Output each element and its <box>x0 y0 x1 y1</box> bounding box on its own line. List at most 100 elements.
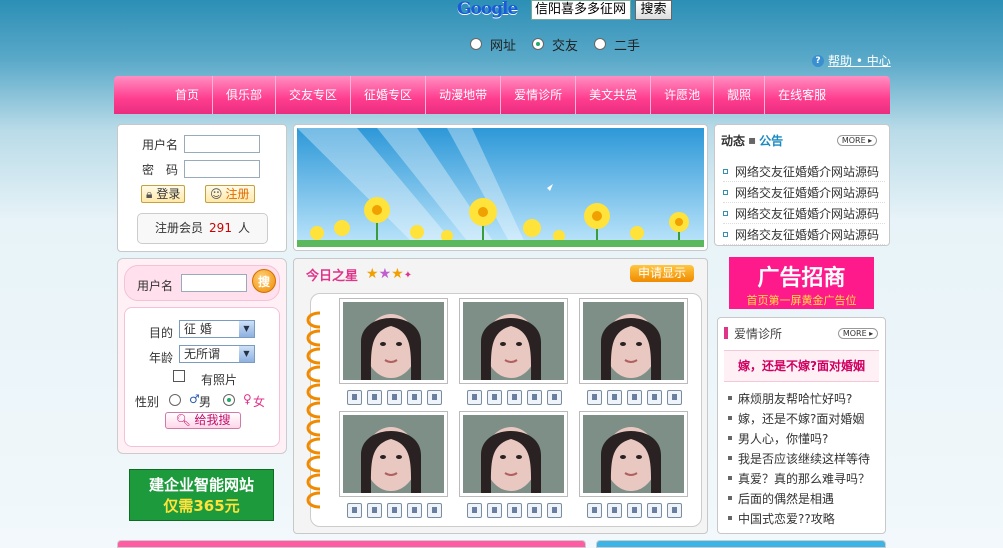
phone-icon[interactable] <box>547 503 562 518</box>
member-photo[interactable] <box>339 411 448 497</box>
list-item[interactable]: 麻烦朋友帮哈忙好吗? <box>728 388 878 408</box>
list-item-text: 男人心，你懂吗? <box>738 431 829 446</box>
help-center-link[interactable]: ? 帮助 • 中心 <box>812 52 891 69</box>
favorite-icon[interactable] <box>407 503 422 518</box>
gift-icon[interactable] <box>487 390 502 405</box>
profile-icon[interactable] <box>627 390 642 405</box>
message-icon[interactable] <box>587 503 602 518</box>
has-photo-checkbox[interactable] <box>173 370 185 382</box>
nav-item-love-clinic[interactable]: 爱情诊所 <box>501 76 577 114</box>
news-item[interactable]: 网络交友征婚婚介网站源码 <box>723 182 885 203</box>
message-icon[interactable] <box>347 390 362 405</box>
phone-icon[interactable] <box>427 390 442 405</box>
love-clinic-headline[interactable]: 嫁，还是不嫁?面对婚姻 <box>724 350 879 382</box>
apply-display-button[interactable]: 申请显示 <box>630 265 694 282</box>
member-photo[interactable] <box>459 298 568 384</box>
purpose-select[interactable]: 征 婚 ▼ <box>179 320 255 338</box>
phone-icon[interactable] <box>427 503 442 518</box>
nav-item-marriage[interactable]: 征婚专区 <box>351 76 427 114</box>
phone-icon[interactable] <box>667 390 682 405</box>
google-logo-text: Google <box>457 0 518 19</box>
username-field[interactable] <box>184 135 261 153</box>
list-item[interactable]: 男人心，你懂吗? <box>728 428 878 448</box>
nav-item-anime[interactable]: 动漫地带 <box>426 76 502 114</box>
bullet-icon <box>723 168 728 174</box>
news-more-button[interactable]: MORE ▸ <box>837 135 877 146</box>
member-count-badge: 注册会员 291 人 <box>137 213 268 244</box>
list-item[interactable]: 嫁，还是不嫁?面对婚姻 <box>728 408 878 428</box>
phone-icon[interactable] <box>547 390 562 405</box>
member-photo[interactable] <box>579 298 688 384</box>
quick-search-username-field[interactable] <box>181 274 247 292</box>
radio-friends[interactable] <box>532 38 545 50</box>
nav-item-articles[interactable]: 美文共赏 <box>576 76 652 114</box>
nav-item-home[interactable]: 首页 <box>162 76 214 114</box>
love-clinic-panel: 爱情诊所 MORE ▸ 嫁，还是不嫁?面对婚姻 麻烦朋友帮哈忙好吗? 嫁，还是不… <box>717 317 886 534</box>
member-photo-image <box>343 302 444 380</box>
has-photo-label: 有照片 <box>201 373 238 387</box>
gift-icon[interactable] <box>607 390 622 405</box>
nav-item-service[interactable]: 在线客服 <box>765 76 839 114</box>
list-item[interactable]: 中国式恋爱??攻略 <box>728 508 878 528</box>
phone-icon[interactable] <box>667 503 682 518</box>
favorite-icon[interactable] <box>527 390 542 405</box>
message-icon[interactable] <box>467 503 482 518</box>
member-photo-image <box>463 302 564 380</box>
favorite-icon[interactable] <box>647 390 662 405</box>
register-button[interactable]: ☺ 注册 <box>205 185 255 203</box>
message-icon[interactable] <box>467 390 482 405</box>
profile-icon[interactable] <box>507 503 522 518</box>
ad-website-building[interactable]: 建企业智能网站 仅需365元 <box>129 469 274 521</box>
gender-male-radio[interactable] <box>169 394 181 406</box>
search-button[interactable]: 搜索 <box>635 0 672 20</box>
profile-icon[interactable] <box>507 390 522 405</box>
quick-search-go-button[interactable]: 搜 <box>252 269 276 293</box>
news-item[interactable]: 网络交友征婚婚介网站源码 <box>723 224 885 245</box>
flower-banner <box>293 124 708 251</box>
list-item[interactable]: 后面的偶然是相遇 <box>728 488 878 508</box>
list-item[interactable]: 真爱？真的那么难寻吗？ <box>728 468 878 488</box>
list-item[interactable]: 我是否应该继续这样等待 <box>728 448 878 468</box>
bullet-icon <box>728 516 732 520</box>
message-icon[interactable] <box>347 503 362 518</box>
radio-secondhand[interactable] <box>594 38 607 50</box>
gender-female-radio[interactable] <box>223 394 235 406</box>
age-select[interactable]: 无所谓 ▼ <box>179 345 255 363</box>
age-select-value: 无所谓 <box>184 347 221 361</box>
member-photo[interactable] <box>339 298 448 384</box>
profile-icon[interactable] <box>387 503 402 518</box>
favorite-icon[interactable] <box>647 503 662 518</box>
profile-icon[interactable] <box>387 390 402 405</box>
love-more-button[interactable]: MORE ▸ <box>838 328 878 339</box>
google-logo[interactable]: Google <box>457 0 527 18</box>
favorite-icon[interactable] <box>407 390 422 405</box>
gift-icon[interactable] <box>607 503 622 518</box>
quick-search-username-label: 用户名 <box>137 279 174 293</box>
news-item[interactable]: 网络交友征婚婚介网站源码 <box>723 161 885 182</box>
login-button[interactable]: 🔒︎ 登录 <box>141 185 186 203</box>
gift-icon[interactable] <box>487 503 502 518</box>
gift-icon[interactable] <box>367 390 382 405</box>
bottom-panel-blue <box>596 540 886 548</box>
magnifier-icon: 🔍︎ <box>175 413 191 427</box>
bullet-icon <box>728 496 732 500</box>
submit-search-button[interactable]: 🔍︎ 给我搜 <box>165 412 241 429</box>
password-field[interactable] <box>184 160 261 178</box>
gift-icon[interactable] <box>367 503 382 518</box>
radio-web[interactable] <box>470 38 482 50</box>
quick-search-panel: 用户名 搜 目的 征 婚 ▼ 年龄 无所谓 ▼ 有照片 性别 ♂ 男 ♀ 女 🔍︎ … <box>117 258 287 454</box>
news-item[interactable]: 网络交友征婚婚介网站源码 <box>723 203 885 224</box>
member-photo[interactable] <box>579 411 688 497</box>
message-icon[interactable] <box>587 390 602 405</box>
nav-item-friends[interactable]: 交友专区 <box>276 76 352 114</box>
member-photo[interactable] <box>459 411 568 497</box>
spiral-binding-icon <box>306 311 321 509</box>
ad-recruiting[interactable]: 广告招商 首页第一屏黄金广告位 <box>729 257 874 309</box>
nav-item-wish-pool[interactable]: 许愿池 <box>651 76 715 114</box>
nav-item-photos[interactable]: 靓照 <box>714 76 766 114</box>
favorite-icon[interactable] <box>527 503 542 518</box>
profile-icon[interactable] <box>627 503 642 518</box>
member-actions <box>587 503 687 518</box>
search-input[interactable]: 信阳喜多多征网 <box>531 0 631 20</box>
nav-item-club[interactable]: 俱乐部 <box>213 76 277 114</box>
